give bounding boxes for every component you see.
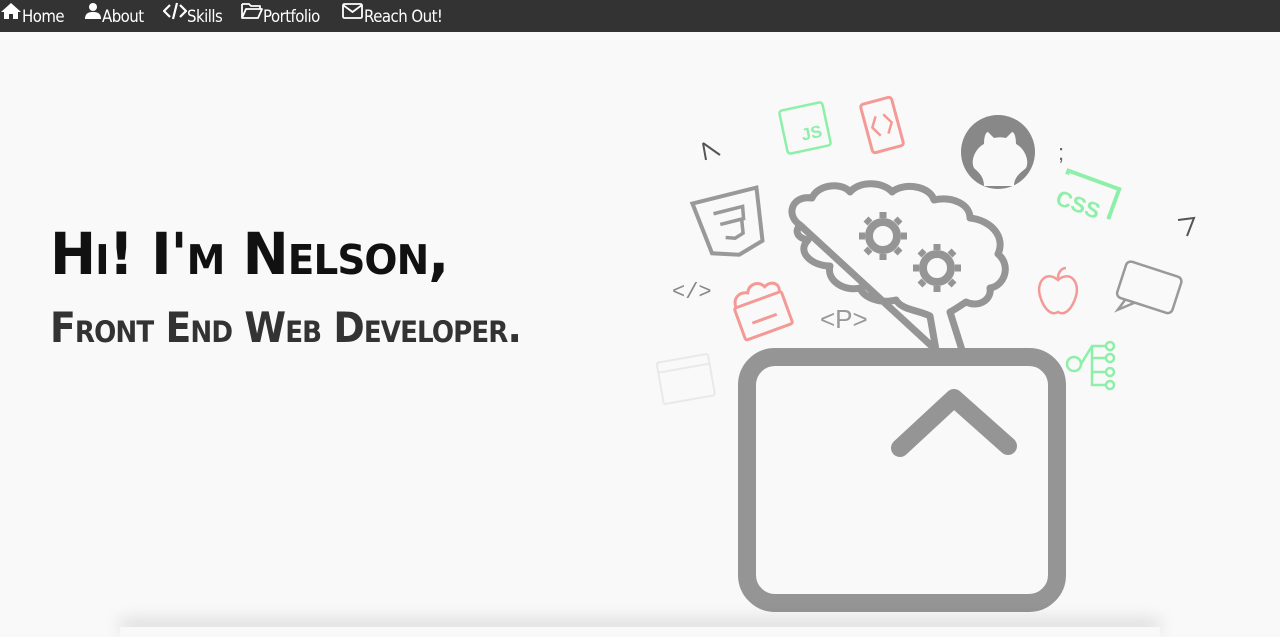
semicolon: ;: [1058, 140, 1064, 165]
gear-icon: [859, 212, 907, 260]
code-icon: [163, 2, 188, 20]
p-tag-text: <P>: [820, 304, 868, 334]
nav-portfolio[interactable]: Portfolio: [241, 0, 328, 32]
code-file-icon: [859, 95, 905, 155]
css-label: CSS: [1053, 185, 1104, 224]
github-icon: [961, 115, 1035, 189]
section-divider-shadow: [120, 627, 1160, 637]
nav-about[interactable]: About: [84, 0, 149, 32]
home-icon: [1, 3, 21, 19]
envelope-icon: [341, 3, 363, 19]
folder-open-icon: [241, 3, 264, 19]
chat-bubble-icon: [1114, 260, 1183, 315]
nav-skills[interactable]: Skills: [163, 0, 227, 32]
sitemap-icon: [1065, 340, 1116, 391]
js-badge: JS: [778, 101, 832, 155]
scroll-to-top-button[interactable]: [738, 348, 1066, 612]
nav-home-label: Home: [22, 7, 65, 27]
apple-icon: [1037, 266, 1079, 315]
nav-portfolio-label: Portfolio: [263, 7, 320, 27]
caret-mark-right: [1177, 216, 1196, 237]
nav-skills-label: Skills: [187, 7, 223, 27]
css-badge: CSS: [1053, 168, 1122, 224]
nav-reach-out[interactable]: Reach Out!: [341, 0, 453, 32]
nav-reach-out-label: Reach Out!: [363, 7, 443, 27]
js-label: JS: [799, 122, 823, 145]
hero-title: Hi! I'm Nelson,: [50, 220, 449, 288]
nav-home[interactable]: Home: [0, 0, 70, 32]
code-tag-text: </>: [672, 280, 712, 305]
faded-window-icon: [655, 353, 716, 405]
chevron-up-icon: [738, 348, 1066, 612]
nav-about-label: About: [101, 7, 144, 27]
hero-subtitle: Front End Web Developer.: [50, 303, 522, 352]
top-navigation: Home About Skills Portfolio Reach Out!: [0, 0, 1280, 32]
user-icon: [84, 3, 101, 19]
drawer-icon: [733, 281, 794, 342]
css3-shield-icon: [689, 185, 765, 257]
gear-icon-small: [913, 244, 961, 292]
